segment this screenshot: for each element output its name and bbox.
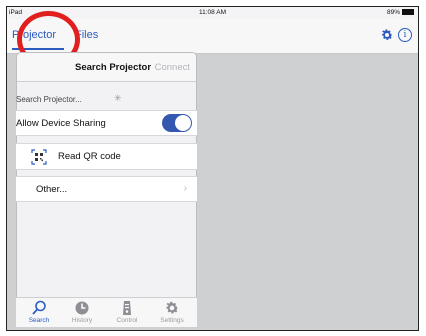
bottom-tab-bar: Search History Control Settings bbox=[16, 297, 197, 327]
toggle-knob bbox=[175, 115, 191, 131]
tab-history-label: History bbox=[71, 317, 93, 324]
battery-percent: 89% bbox=[386, 9, 400, 16]
gear-icon bbox=[166, 301, 179, 314]
panel-title: Search Projector bbox=[75, 62, 152, 73]
panel-header: Search Projector Connect bbox=[17, 53, 196, 82]
qr-code-icon bbox=[31, 149, 47, 165]
tab-search[interactable]: Search bbox=[19, 298, 59, 328]
tab-control-label: Control bbox=[116, 317, 138, 324]
info-icon[interactable]: i bbox=[398, 28, 412, 42]
read-qr-row[interactable]: Read QR code bbox=[16, 143, 197, 170]
search-status-label: Search Projector... bbox=[16, 95, 82, 104]
tab-search-label: Search bbox=[28, 317, 50, 324]
status-battery: 89% bbox=[387, 9, 414, 16]
tab-history[interactable]: History bbox=[62, 298, 102, 328]
gear-icon[interactable] bbox=[380, 28, 394, 42]
chevron-right-icon: › bbox=[183, 183, 187, 194]
device-sharing-label: Allow Device Sharing bbox=[16, 118, 106, 129]
projector-icon bbox=[123, 301, 131, 315]
tab-control[interactable]: Control bbox=[107, 298, 147, 328]
tab-settings-label: Settings bbox=[160, 317, 184, 324]
read-qr-label: Read QR code bbox=[58, 151, 121, 162]
battery-icon bbox=[402, 9, 414, 16]
device-sharing-row: Allow Device Sharing bbox=[16, 110, 197, 136]
search-icon bbox=[32, 300, 46, 315]
loading-spinner-icon: ✳ bbox=[114, 93, 122, 103]
other-row[interactable]: Other... › bbox=[16, 176, 197, 202]
status-time: 11:08 AM bbox=[199, 9, 226, 16]
tab-settings[interactable]: Settings bbox=[152, 298, 192, 328]
other-label: Other... bbox=[36, 184, 68, 195]
connect-button[interactable]: Connect bbox=[155, 62, 190, 73]
history-icon bbox=[75, 301, 89, 315]
device-sharing-toggle[interactable] bbox=[162, 114, 192, 132]
